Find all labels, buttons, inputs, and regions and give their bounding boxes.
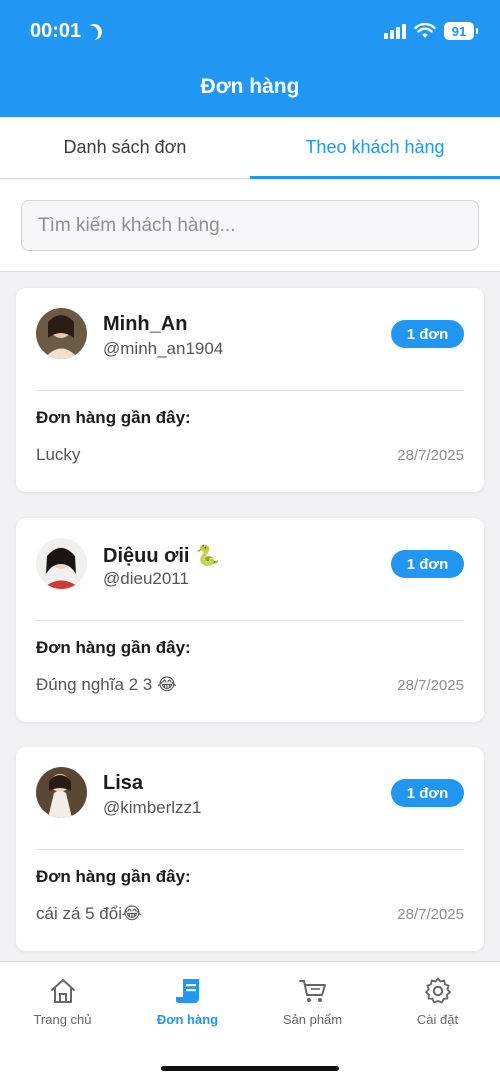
customer-handle: @kimberlzz1 — [103, 798, 202, 817]
recent-order-text: cái zá 5 đổi😂 — [36, 904, 142, 923]
tab-bar: Danh sách đơn Theo khách hàng — [0, 117, 500, 179]
customer-handle: @dieu2011 — [103, 569, 189, 588]
page-title: Đơn hàng — [200, 75, 300, 98]
search-input[interactable]: Tìm kiếm khách hàng... — [21, 200, 479, 251]
recent-orders-label: Đơn hàng gần đây: — [36, 867, 191, 886]
recent-order-date: 28/7/2025 — [397, 906, 464, 923]
home-indicator — [161, 1066, 339, 1071]
tab-label: Theo khách hàng — [305, 137, 445, 157]
tab-label: Danh sách đơn — [63, 137, 187, 157]
nav-item-products[interactable]: Sản phẩm — [250, 976, 375, 1027]
customer-name: Diệuu ơii 🐍 — [103, 545, 220, 567]
recent-orders-label: Đơn hàng gần đây: — [36, 408, 191, 427]
bottom-navigation: Trang chủ Đơn hàng Sản phẩm Cài đặt — [0, 961, 500, 1082]
tab-by-customer[interactable]: Theo khách hàng — [250, 117, 500, 179]
status-time: 00:01 — [30, 20, 102, 43]
avatar — [36, 538, 87, 589]
customer-name: Lisa — [103, 772, 144, 794]
recent-orders-label: Đơn hàng gần đây: — [36, 638, 191, 657]
cellular-signal-icon — [384, 23, 406, 39]
order-count-badge: 1 đơn — [391, 779, 464, 807]
battery-icon: 91 — [444, 22, 478, 40]
avatar — [36, 308, 87, 359]
battery-level: 91 — [451, 23, 467, 39]
nav-item-orders[interactable]: Đơn hàng — [125, 976, 250, 1027]
divider — [36, 849, 464, 850]
gear-icon — [424, 977, 451, 1004]
status-indicators: 91 — [384, 22, 478, 40]
customer-handle: @minh_an1904 — [103, 339, 224, 358]
nav-label: Sản phẩm — [282, 1012, 343, 1027]
divider — [36, 620, 464, 621]
app-header: 00:01 91 Đơn hàng — [0, 0, 500, 117]
recent-order-date: 28/7/2025 — [397, 677, 464, 694]
receipt-icon — [175, 979, 199, 1003]
divider — [36, 390, 464, 391]
order-count-badge: 1 đơn — [391, 550, 464, 578]
nav-label: Đơn hàng — [156, 1012, 219, 1027]
customer-name: Minh_An — [103, 313, 188, 335]
nav-item-settings[interactable]: Cài đặt — [375, 976, 500, 1027]
moon-icon — [84, 21, 105, 42]
nav-label: Trang chủ — [33, 1012, 92, 1027]
avatar — [36, 767, 87, 818]
tab-order-list[interactable]: Danh sách đơn — [0, 117, 250, 178]
wifi-icon — [414, 23, 436, 38]
customer-card[interactable]: Minh_An @minh_an1904 1 đơn Đơn hàng gần … — [16, 288, 484, 492]
recent-order-text: Đúng nghĩa 2 3 😂 — [36, 675, 177, 694]
search-section: Tìm kiếm khách hàng... — [0, 180, 500, 272]
home-icon — [50, 979, 75, 1003]
nav-item-home[interactable]: Trang chủ — [0, 976, 125, 1027]
clock: 00:01 — [30, 20, 82, 42]
customer-card[interactable]: Diệuu ơii 🐍 @dieu2011 1 đơn Đơn hàng gần… — [16, 518, 484, 722]
recent-order-date: 28/7/2025 — [397, 447, 464, 464]
search-placeholder: Tìm kiếm khách hàng... — [38, 214, 236, 236]
nav-label: Cài đặt — [416, 1012, 459, 1027]
customer-card[interactable]: Lisa @kimberlzz1 1 đơn Đơn hàng gần đây:… — [16, 747, 484, 951]
recent-order-text: Lucky — [36, 445, 81, 464]
order-count-badge: 1 đơn — [391, 320, 464, 348]
cart-icon — [298, 980, 326, 1002]
